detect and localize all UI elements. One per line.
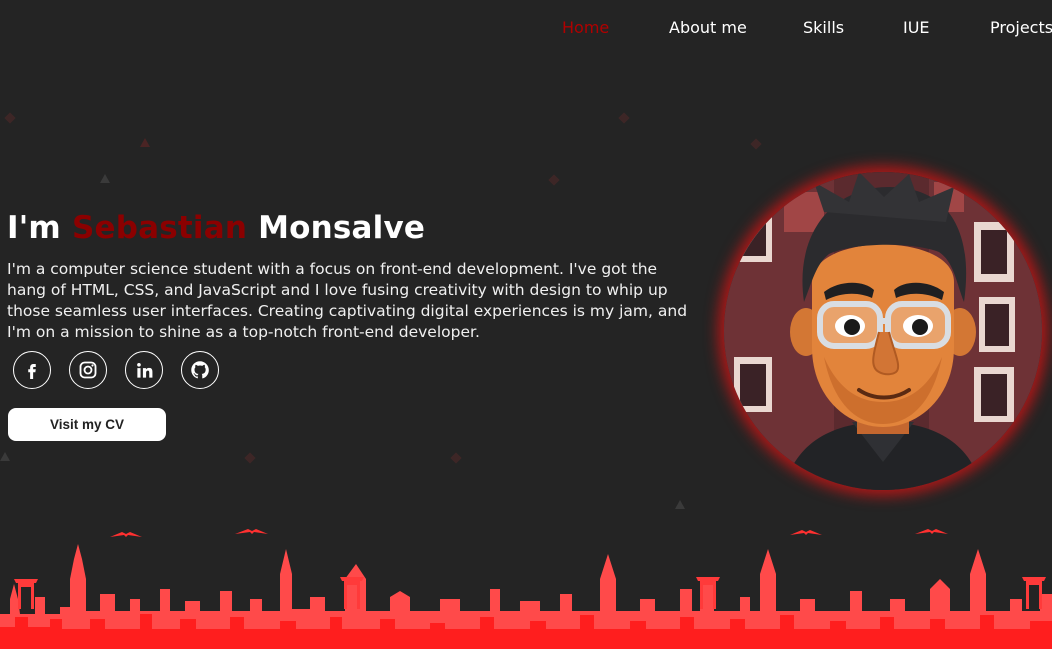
hero-first-name: Sebastian — [71, 210, 248, 246]
nav-item-projects[interactable]: Projects — [990, 18, 1052, 37]
visit-cv-button[interactable]: Visit my CV — [8, 408, 166, 441]
portfolio-page: Home About me Skills IUE Projects I'm Se… — [0, 0, 1052, 649]
github-icon — [191, 361, 209, 379]
hero-last-name: Monsalve — [258, 210, 426, 246]
linkedin-icon — [136, 362, 152, 378]
background-particle — [618, 112, 630, 124]
background-particle — [140, 138, 150, 147]
hero-description: I'm a computer science student with a fo… — [7, 260, 688, 341]
nav-item-home[interactable]: Home — [562, 18, 609, 37]
nav-item-skills[interactable]: Skills — [803, 18, 844, 37]
background-particle — [244, 452, 256, 464]
avatar-illustration — [724, 172, 1042, 490]
instagram-icon — [79, 361, 97, 379]
github-link[interactable] — [181, 351, 219, 389]
facebook-icon — [28, 364, 36, 379]
instagram-link[interactable] — [69, 351, 107, 389]
background-particle — [0, 452, 10, 461]
background-particle — [750, 138, 762, 150]
avatar — [724, 172, 1042, 490]
nav-item-iue[interactable]: IUE — [903, 18, 930, 37]
social-links — [13, 351, 219, 389]
background-particle — [450, 452, 462, 464]
background-particle — [4, 112, 16, 124]
background-particle — [100, 174, 110, 183]
background-particle — [548, 174, 560, 186]
city-skyline-illustration — [0, 529, 1052, 649]
nav-item-about-me[interactable]: About me — [669, 18, 747, 37]
hero-title-prefix: I'm — [7, 210, 61, 246]
background-particle — [675, 500, 685, 509]
linkedin-link[interactable] — [125, 351, 163, 389]
facebook-link[interactable] — [13, 351, 51, 389]
hero-title: I'm Sebastian Monsalve — [7, 210, 425, 246]
